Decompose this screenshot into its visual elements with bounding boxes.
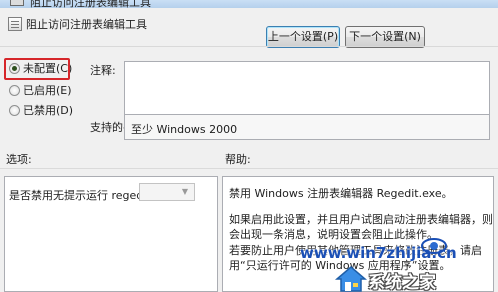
- house-logo-icon: [334, 266, 368, 292]
- watermark-logo-icon: [421, 238, 447, 254]
- supported-platform-field[interactable]: 至少 Windows 2000: [124, 114, 490, 140]
- highlight-annotation: [4, 58, 70, 80]
- radio-label: 已禁用(D): [23, 104, 74, 117]
- radio-label: 已启用(E): [23, 84, 72, 97]
- radio-icon: [9, 85, 20, 96]
- help-paragraph: 如果启用此设置，并且用户试图启动注册表编辑器，则会出现一条消息，说明设置会阻止此…: [229, 213, 493, 241]
- previous-setting-button[interactable]: 上一个设置(P): [266, 26, 340, 48]
- comment-field[interactable]: [124, 61, 490, 115]
- radio-icon: [9, 105, 20, 116]
- title-bar: 阻止访问注册表编辑工具: [0, 0, 498, 8]
- radio-disabled[interactable]: 已禁用(D): [9, 103, 73, 119]
- setting-icon: [8, 17, 22, 31]
- help-paragraph: 禁用 Windows 注册表编辑器 Regedit.exe。: [229, 187, 453, 200]
- chevron-down-icon: ▼: [181, 187, 189, 196]
- next-setting-button[interactable]: 下一个设置(N): [345, 26, 425, 48]
- watermark-site: 系统之家: [334, 264, 494, 292]
- policy-name: 阻止访问注册表编辑工具: [26, 18, 147, 31]
- header-divider: [0, 46, 498, 47]
- regedit-option-dropdown[interactable]: ▼: [139, 183, 195, 201]
- supported-platform-value: 至少 Windows 2000: [131, 123, 238, 136]
- help-label: 帮助:: [225, 153, 251, 166]
- comment-label: 注释:: [90, 64, 116, 77]
- options-pane: 是否禁用无提示运行 regedit？ ▼: [4, 176, 218, 292]
- options-label: 选项:: [6, 153, 32, 166]
- watermark-site-name: 系统之家: [368, 273, 436, 292]
- radio-enabled[interactable]: 已启用(E): [9, 83, 72, 99]
- policy-icon: [10, 0, 24, 6]
- window-title: 阻止访问注册表编辑工具: [30, 0, 151, 8]
- policy-setting-window: 阻止访问注册表编辑工具 上一个设置(P) 下一个设置(N) 未配置(C) 已启用…: [0, 8, 498, 292]
- section-divider: [0, 168, 498, 169]
